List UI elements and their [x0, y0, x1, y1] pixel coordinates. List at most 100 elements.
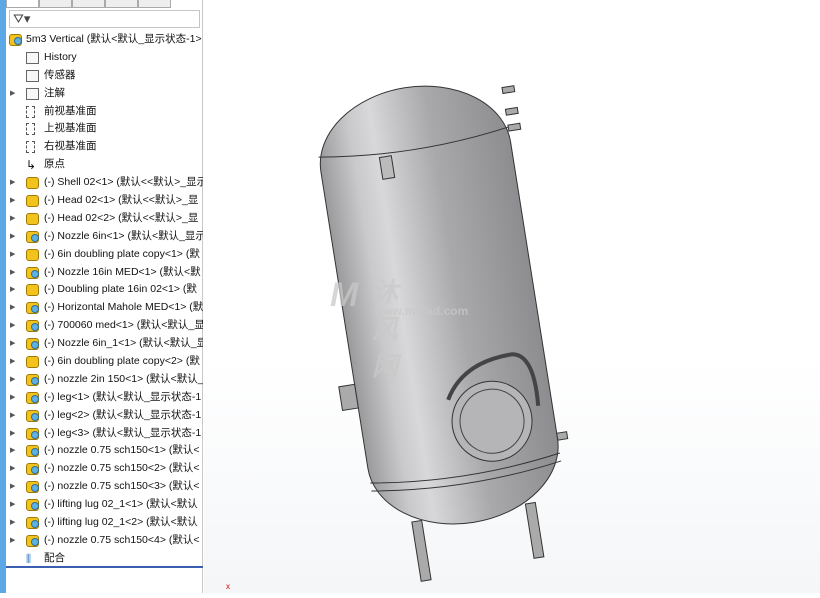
expand-arrow-icon[interactable]: ▶	[10, 281, 15, 299]
expand-arrow-icon[interactable]: ▶	[10, 264, 15, 282]
tree-item[interactable]: ▶ (-) nozzle 2in 150<1> (默认<默认_	[6, 371, 203, 389]
expand-arrow-icon[interactable]: ▶	[10, 228, 15, 246]
tree-item[interactable]: ▶ (-) 700060 med<1> (默认<默认_显	[6, 317, 203, 335]
tree-item-label: 传感器	[44, 68, 76, 81]
tree-item[interactable]: ▶ (-) Nozzle 6in_1<1> (默认<默认_显	[6, 335, 203, 353]
tree-item-label: (-) lifting lug 02_1<2> (默认<默认	[44, 516, 198, 529]
axis-triad: x	[226, 582, 230, 591]
graphics-viewport[interactable]	[204, 0, 820, 593]
expand-arrow-icon[interactable]: ▶	[10, 353, 15, 371]
assembly-icon	[26, 373, 39, 386]
tree-item[interactable]: ▶ (-) Shell 02<1> (默认<<默认>_显示	[6, 174, 203, 192]
tree-item-label: 注解	[44, 86, 65, 99]
tree-item[interactable]: ▶ (-) Nozzle 16in MED<1> (默认<默	[6, 264, 203, 282]
assembly-icon	[26, 534, 39, 547]
watermark-url: www.mfcad.com	[374, 304, 469, 318]
tree-item[interactable]: ▶ (-) lifting lug 02_1<1> (默认<默认	[6, 496, 203, 514]
tree-item[interactable]: ▶ (-) nozzle 0.75 sch150<4> (默认<	[6, 532, 203, 550]
vessel-body	[318, 85, 569, 582]
expand-arrow-icon[interactable]: ▶	[10, 371, 15, 389]
expand-arrow-icon[interactable]: ▶	[10, 442, 15, 460]
sensor-folder-icon	[26, 69, 39, 82]
expand-arrow-icon[interactable]: ▶	[10, 299, 15, 317]
expand-arrow-icon[interactable]: ▶	[10, 478, 15, 496]
annotation-folder-icon	[26, 87, 39, 100]
expand-arrow-icon[interactable]: ▶	[10, 174, 15, 192]
filter-icon[interactable]: ⛛▾	[13, 11, 30, 26]
assembly-icon	[26, 445, 39, 458]
tree-item[interactable]: 上视基准面	[6, 120, 203, 138]
tree-item[interactable]: ▶ (-) leg<2> (默认<默认_显示状态-1	[6, 407, 203, 425]
tree-item[interactable]: 传感器	[6, 67, 203, 85]
tree-root[interactable]: 5m3 Vertical (默认<默认_显示状态-1>	[6, 31, 203, 49]
assembly-icon	[26, 499, 39, 512]
panel-tabs	[6, 0, 203, 8]
tree-item[interactable]: ▶ (-) Head 02<1> (默认<<默认>_显	[6, 192, 203, 210]
part-icon	[26, 284, 39, 297]
watermark-logo: M	[330, 276, 359, 314]
tree-item[interactable]: ▶ (-) nozzle 0.75 sch150<2> (默认<	[6, 460, 203, 478]
assembly-icon	[26, 517, 39, 530]
tree-item[interactable]: ▶ (-) nozzle 0.75 sch150<1> (默认<	[6, 442, 203, 460]
tree-item-label: (-) leg<3> (默认<默认_显示状态-1	[44, 426, 202, 439]
expand-arrow-icon[interactable]: ▶	[10, 496, 15, 514]
expand-arrow-icon[interactable]: ▶	[10, 210, 15, 228]
tab-configuration-manager[interactable]	[72, 0, 105, 8]
tree-item-label: (-) Nozzle 6in<1> (默认<默认_显示	[44, 229, 203, 242]
tab-dimxpert[interactable]	[105, 0, 138, 8]
feature-tree: 5m3 Vertical (默认<默认_显示状态-1> History 传感器 ▶ 注…	[6, 31, 203, 568]
expand-arrow-icon[interactable]: ▶	[10, 460, 15, 478]
tree-item-label: (-) 6in doubling plate copy<2> (默	[44, 355, 200, 368]
plane-icon	[26, 105, 35, 118]
tree-item-label: (-) Horizontal Mahole MED<1> (默	[44, 301, 203, 314]
tab-property-manager[interactable]	[39, 0, 72, 8]
tree-item[interactable]: ▶ (-) Head 02<2> (默认<<默认>_显	[6, 210, 203, 228]
vessel-model	[318, 85, 569, 582]
plane-icon	[26, 123, 35, 136]
expand-arrow-icon[interactable]: ▶	[10, 335, 15, 353]
assembly-icon	[26, 230, 39, 243]
tree-item[interactable]: ↳ 原点	[6, 156, 203, 174]
feature-manager-panel: ⛛▾ 5m3 Vertical (默认<默认_显示状态-1> History 传感…	[6, 0, 203, 593]
tree-item[interactable]: History	[6, 49, 203, 67]
tree-filter[interactable]: ⛛▾	[9, 10, 200, 28]
expand-arrow-icon[interactable]: ▶	[10, 192, 15, 210]
tree-item[interactable]: ▶ (-) lifting lug 02_1<2> (默认<默认	[6, 514, 203, 532]
tree-item-label: (-) nozzle 0.75 sch150<1> (默认<	[44, 444, 200, 457]
tree-item-label: (-) lifting lug 02_1<1> (默认<默认	[44, 498, 198, 511]
tree-item[interactable]: ▶ (-) leg<3> (默认<默认_显示状态-1	[6, 425, 203, 443]
expand-arrow-icon[interactable]: ▶	[10, 389, 15, 407]
assembly-icon	[26, 302, 39, 315]
tree-item-label: 上视基准面	[44, 122, 97, 135]
expand-arrow-icon[interactable]: ▶	[10, 425, 15, 443]
expand-arrow-icon[interactable]: ▶	[10, 85, 15, 103]
assembly-icon	[26, 409, 39, 422]
expand-arrow-icon[interactable]: ▶	[10, 317, 15, 335]
tree-item[interactable]: ▶ (-) leg<1> (默认<默认_显示状态-1	[6, 389, 203, 407]
tree-item[interactable]: ▶ (-) nozzle 0.75 sch150<3> (默认<	[6, 478, 203, 496]
tree-item[interactable]: ▶ (-) Nozzle 6in<1> (默认<默认_显示	[6, 228, 203, 246]
watermark-name: 沐风网	[372, 277, 403, 381]
expand-arrow-icon[interactable]: ▶	[10, 532, 15, 550]
expand-arrow-icon[interactable]: ▶	[10, 407, 15, 425]
history-folder-icon	[26, 51, 39, 64]
tab-feature-manager[interactable]	[6, 0, 39, 8]
tree-item-label: (-) leg<2> (默认<默认_显示状态-1	[44, 408, 202, 421]
tree-item[interactable]: ▶ (-) 6in doubling plate copy<2> (默	[6, 353, 203, 371]
tree-item-label: (-) Nozzle 6in_1<1> (默认<默认_显	[44, 337, 203, 350]
tree-item[interactable]: 前视基准面	[6, 103, 203, 121]
assembly-icon	[26, 266, 39, 279]
part-icon	[26, 212, 39, 225]
expand-arrow-icon[interactable]: ▶	[10, 246, 15, 264]
tree-item-label: History	[44, 50, 77, 63]
tree-item[interactable]: ▶ 注解	[6, 85, 203, 103]
axis-x-label: x	[226, 582, 230, 591]
expand-arrow-icon[interactable]: ▶	[10, 514, 15, 532]
tree-item[interactable]: ▶ (-) Doubling plate 16in 02<1> (默	[6, 281, 203, 299]
tree-item[interactable]: 右视基准面	[6, 138, 203, 156]
tree-item[interactable]: ▶ (-) 6in doubling plate copy<1> (默	[6, 246, 203, 264]
leg	[524, 501, 545, 559]
tab-display-manager[interactable]	[138, 0, 171, 8]
tree-item[interactable]: ▶ (-) Horizontal Mahole MED<1> (默	[6, 299, 203, 317]
part-icon	[26, 356, 39, 369]
